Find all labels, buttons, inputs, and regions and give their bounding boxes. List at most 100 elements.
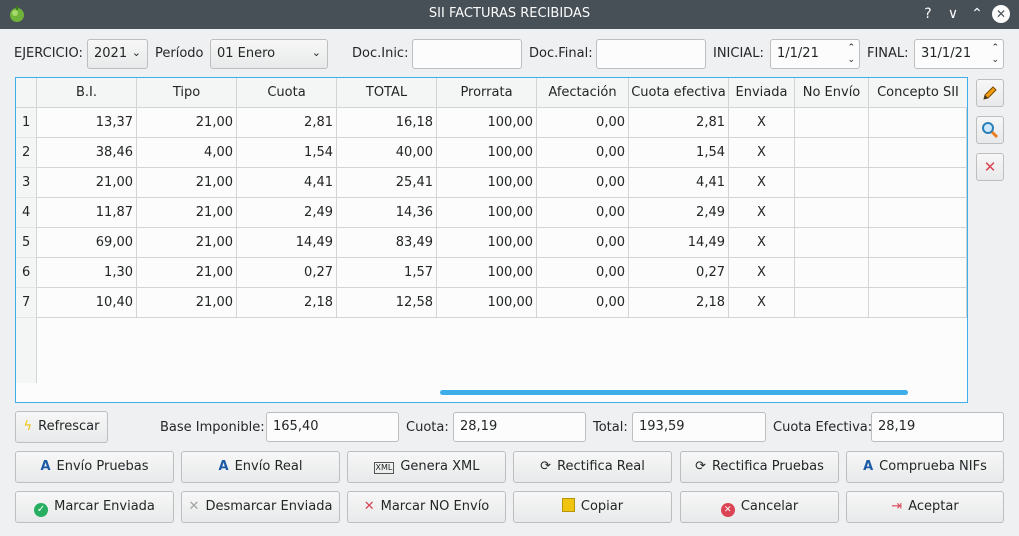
cell-bi[interactable]: 38,46: [37, 138, 137, 168]
doc-final-input[interactable]: [596, 39, 706, 69]
final-date-input[interactable]: 31/1/21 ⌃ ⌄: [914, 39, 1004, 69]
cell-prorrata[interactable]: 100,00: [437, 138, 537, 168]
delete-button[interactable]: ✕: [976, 153, 1004, 181]
cell-total[interactable]: 1,57: [337, 258, 437, 288]
column-header-concepto-sii[interactable]: Concepto SII: [869, 78, 967, 108]
cell-total[interactable]: 40,00: [337, 138, 437, 168]
rectifica-real-button[interactable]: ⟳ Rectifica Real: [513, 451, 672, 483]
cell-prorrata[interactable]: 100,00: [437, 168, 537, 198]
cell-afectacion[interactable]: 0,00: [537, 288, 629, 318]
marcar-enviada-button[interactable]: ✓ Marcar Enviada: [15, 491, 174, 523]
cell-cuota-efectiva[interactable]: 0,27: [629, 258, 729, 288]
cell-tipo[interactable]: 21,00: [137, 108, 237, 138]
cell-cuota[interactable]: 2,81: [237, 108, 337, 138]
cell-bi[interactable]: 10,40: [37, 288, 137, 318]
cell-concepto-sii[interactable]: [869, 108, 967, 138]
cell-cuota-efectiva[interactable]: 4,41: [629, 168, 729, 198]
table-row[interactable]: 5 69,00 21,00 14,49 83,49 100,00 0,00 14,49 X: [16, 228, 967, 258]
cell-concepto-sii[interactable]: [869, 198, 967, 228]
cell-tipo[interactable]: 21,00: [137, 168, 237, 198]
total-field[interactable]: 193,59: [632, 412, 766, 442]
cell-enviada[interactable]: X: [729, 168, 795, 198]
column-header-tipo[interactable]: Tipo: [137, 78, 237, 108]
desmarcar-enviada-button[interactable]: ✕ Desmarcar Enviada: [181, 491, 340, 523]
cell-bi[interactable]: 1,30: [37, 258, 137, 288]
periodo-select[interactable]: 01 Enero ⌄: [210, 39, 328, 69]
cell-concepto-sii[interactable]: [869, 228, 967, 258]
cell-enviada[interactable]: X: [729, 288, 795, 318]
envio-pruebas-button[interactable]: A Envío Pruebas: [15, 451, 174, 483]
cell-concepto-sii[interactable]: [869, 288, 967, 318]
column-header-afectacion[interactable]: Afectación: [537, 78, 629, 108]
cell-enviada[interactable]: X: [729, 258, 795, 288]
cell-cuota-efectiva[interactable]: 1,54: [629, 138, 729, 168]
cell-no-envio[interactable]: [795, 258, 869, 288]
column-header-enviada[interactable]: Enviada: [729, 78, 795, 108]
invoice-table[interactable]: B.I. Tipo Cuota TOTAL Prorrata Afectació…: [15, 77, 968, 403]
cell-cuota[interactable]: 0,27: [237, 258, 337, 288]
row-number[interactable]: 3: [16, 168, 37, 198]
row-number[interactable]: 7: [16, 288, 37, 318]
cell-total[interactable]: 83,49: [337, 228, 437, 258]
maximize-button[interactable]: ⌃: [967, 4, 987, 24]
cell-bi[interactable]: 69,00: [37, 228, 137, 258]
cell-no-envio[interactable]: [795, 108, 869, 138]
cell-afectacion[interactable]: 0,00: [537, 228, 629, 258]
horizontal-scrollbar[interactable]: [440, 390, 908, 395]
row-number[interactable]: 1: [16, 108, 37, 138]
cell-cuota[interactable]: 2,49: [237, 198, 337, 228]
cell-tipo[interactable]: 4,00: [137, 138, 237, 168]
edit-button[interactable]: [976, 79, 1004, 107]
table-row[interactable]: 1 13,37 21,00 2,81 16,18 100,00 0,00 2,81 X: [16, 108, 967, 138]
cell-total[interactable]: 25,41: [337, 168, 437, 198]
cuota-efectiva-field[interactable]: 28,19: [871, 412, 1004, 442]
cell-bi[interactable]: 13,37: [37, 108, 137, 138]
minimize-button[interactable]: ∨: [943, 4, 963, 24]
cell-tipo[interactable]: 21,00: [137, 288, 237, 318]
row-number[interactable]: 6: [16, 258, 37, 288]
column-header-cuota[interactable]: Cuota: [237, 78, 337, 108]
cell-no-envio[interactable]: [795, 288, 869, 318]
inicial-date-input[interactable]: 1/1/21 ⌃ ⌄: [770, 39, 860, 69]
cell-enviada[interactable]: X: [729, 198, 795, 228]
cell-enviada[interactable]: X: [729, 228, 795, 258]
help-button[interactable]: ?: [918, 4, 938, 24]
cell-tipo[interactable]: 21,00: [137, 258, 237, 288]
column-header-no-envio[interactable]: No Envío: [795, 78, 869, 108]
genera-xml-button[interactable]: XML Genera XML: [347, 451, 506, 483]
cell-afectacion[interactable]: 0,00: [537, 258, 629, 288]
cell-total[interactable]: 16,18: [337, 108, 437, 138]
cell-prorrata[interactable]: 100,00: [437, 198, 537, 228]
column-header-total[interactable]: TOTAL: [337, 78, 437, 108]
table-row[interactable]: 7 10,40 21,00 2,18 12,58 100,00 0,00 2,18 X: [16, 288, 967, 318]
table-row[interactable]: 2 38,46 4,00 1,54 40,00 100,00 0,00 1,54 X: [16, 138, 967, 168]
cell-cuota[interactable]: 1,54: [237, 138, 337, 168]
close-button[interactable]: ✕: [992, 5, 1010, 23]
cell-afectacion[interactable]: 0,00: [537, 108, 629, 138]
column-header-prorrata[interactable]: Prorrata: [437, 78, 537, 108]
cell-enviada[interactable]: X: [729, 108, 795, 138]
cell-cuota[interactable]: 2,18: [237, 288, 337, 318]
row-number[interactable]: 2: [16, 138, 37, 168]
column-header-cuota-efectiva[interactable]: Cuota efectiva: [629, 78, 729, 108]
doc-inic-input[interactable]: [412, 39, 522, 69]
cell-no-envio[interactable]: [795, 138, 869, 168]
row-number[interactable]: 5: [16, 228, 37, 258]
cell-prorrata[interactable]: 100,00: [437, 288, 537, 318]
cell-cuota[interactable]: 14,49: [237, 228, 337, 258]
cell-concepto-sii[interactable]: [869, 168, 967, 198]
column-header-bi[interactable]: B.I.: [37, 78, 137, 108]
cell-no-envio[interactable]: [795, 198, 869, 228]
table-row[interactable]: 3 21,00 21,00 4,41 25,41 100,00 0,00 4,41 X: [16, 168, 967, 198]
cell-cuota[interactable]: 4,41: [237, 168, 337, 198]
cell-no-envio[interactable]: [795, 168, 869, 198]
cell-cuota-efectiva[interactable]: 14,49: [629, 228, 729, 258]
cell-enviada[interactable]: X: [729, 138, 795, 168]
cell-cuota-efectiva[interactable]: 2,49: [629, 198, 729, 228]
cancelar-button[interactable]: ✕ Cancelar: [680, 491, 839, 523]
marcar-no-envio-button[interactable]: ✕ Marcar NO Envío: [347, 491, 506, 523]
table-row[interactable]: 4 11,87 21,00 2,49 14,36 100,00 0,00 2,49 X: [16, 198, 967, 228]
cell-tipo[interactable]: 21,00: [137, 198, 237, 228]
aceptar-button[interactable]: ⇥ Aceptar: [846, 491, 1004, 523]
ejercicio-select[interactable]: 2021 ⌄: [87, 39, 148, 69]
